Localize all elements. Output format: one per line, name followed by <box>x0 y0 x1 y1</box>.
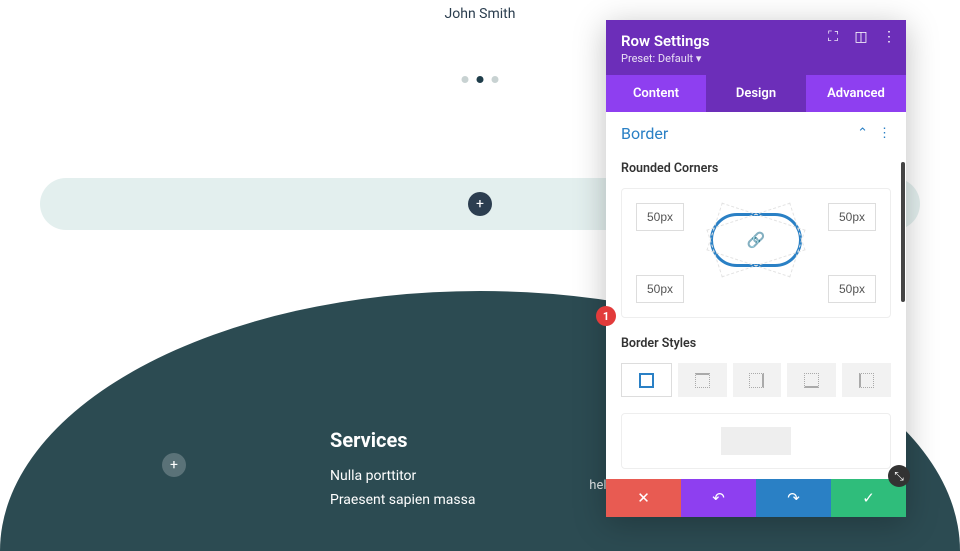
slider-dots <box>462 76 499 83</box>
services-heading: Services <box>330 428 475 452</box>
settings-panel: Row Settings Preset: Default ▾ ⛶ ◫ ⋮ Con… <box>606 20 906 517</box>
collapse-icon[interactable]: ⌃ <box>857 126 868 141</box>
border-width-control[interactable] <box>621 413 891 469</box>
dot-1[interactable] <box>462 76 469 83</box>
border-styles-row <box>621 363 891 397</box>
link-corners-icon[interactable]: 🔗 <box>747 231 766 249</box>
border-style-top[interactable] <box>678 363 727 397</box>
resize-handle-icon[interactable]: ⤡ <box>888 465 910 487</box>
corner-top-right-input[interactable] <box>828 203 876 231</box>
section-title: Border <box>621 124 668 143</box>
step-badge: 1 <box>596 306 616 326</box>
border-style-right[interactable] <box>733 363 782 397</box>
section-menu-icon[interactable]: ⋮ <box>878 126 891 141</box>
corner-top-left-input[interactable] <box>636 203 684 231</box>
layout-icon[interactable]: ◫ <box>854 30 868 44</box>
border-style-all[interactable] <box>621 363 672 397</box>
expand-icon[interactable]: ⛶ <box>826 30 840 44</box>
redo-button[interactable]: ↷ <box>756 479 831 517</box>
panel-footer: ✕ ↶ ↷ ✓ <box>606 479 906 517</box>
rounded-corners-control: 🔗 <box>621 188 891 318</box>
dot-2[interactable] <box>477 76 484 83</box>
panel-body: 1 Border ⌃ ⋮ Rounded Corners 🔗 Border St… <box>606 112 906 479</box>
close-button[interactable]: ✕ <box>606 479 681 517</box>
border-styles-label: Border Styles <box>621 336 891 351</box>
undo-button[interactable]: ↶ <box>681 479 756 517</box>
author-name: John Smith <box>445 6 516 22</box>
tab-content[interactable]: Content <box>606 75 706 112</box>
list-item: Nulla porttitor <box>330 464 475 488</box>
dot-3[interactable] <box>492 76 499 83</box>
corner-preview: 🔗 <box>710 213 802 267</box>
panel-header[interactable]: Row Settings Preset: Default ▾ ⛶ ◫ ⋮ <box>606 20 906 75</box>
menu-icon[interactable]: ⋮ <box>882 30 896 44</box>
scrollbar[interactable] <box>901 162 905 302</box>
preset-selector[interactable]: Preset: Default ▾ <box>621 52 891 65</box>
add-module-button[interactable]: + <box>468 192 492 216</box>
services-block: Services Nulla porttitor Praesent sapien… <box>330 428 475 512</box>
tab-advanced[interactable]: Advanced <box>806 75 906 112</box>
border-style-bottom[interactable] <box>787 363 836 397</box>
corner-bottom-right-input[interactable] <box>828 275 876 303</box>
section-header-border[interactable]: Border ⌃ ⋮ <box>621 112 891 155</box>
border-style-left[interactable] <box>842 363 891 397</box>
corner-bottom-left-input[interactable] <box>636 275 684 303</box>
tab-design[interactable]: Design <box>706 75 806 112</box>
rounded-corners-label: Rounded Corners <box>621 161 891 176</box>
list-item: Praesent sapien massa <box>330 488 475 512</box>
settings-tabs: Content Design Advanced <box>606 75 906 112</box>
add-section-button[interactable]: + <box>162 453 186 477</box>
